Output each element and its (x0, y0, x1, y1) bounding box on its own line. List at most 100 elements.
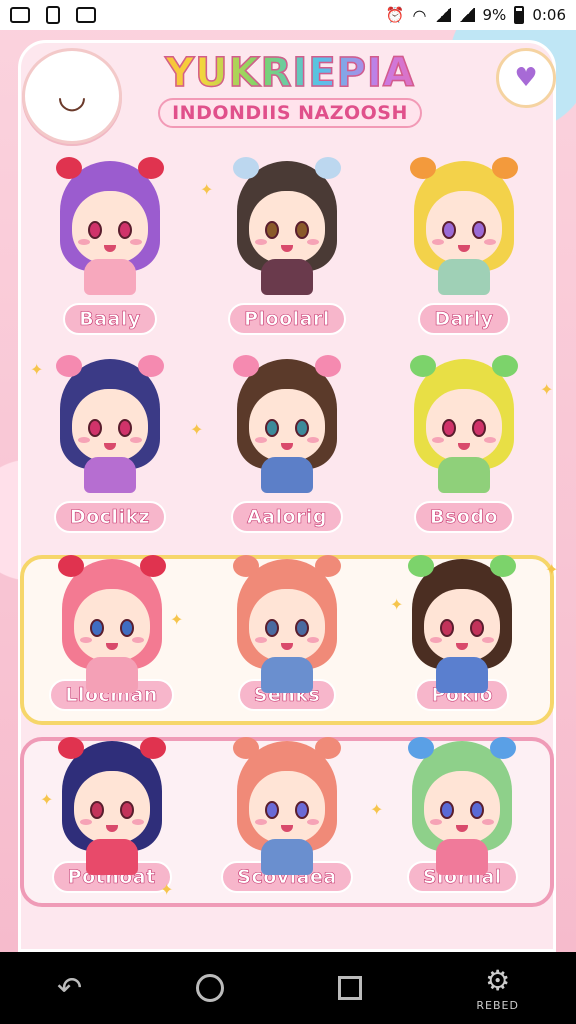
eye-icon (295, 221, 309, 239)
eye-icon (264, 801, 279, 819)
character-avatar (402, 555, 522, 693)
character-face (72, 389, 148, 461)
blush (482, 819, 495, 825)
mouth (456, 825, 469, 832)
chat-bubble-button[interactable]: ◡ (22, 48, 122, 144)
character-grid: Baaly Ploolarl Darly Doclikz Aalorig Bsodo Llo… (20, 155, 554, 907)
eye-icon (470, 801, 485, 819)
eye-icon (265, 419, 279, 437)
mouth (458, 245, 470, 252)
sparkle-icon: ✦ (390, 595, 404, 614)
character-body (438, 259, 490, 295)
hair-bow-icon (138, 157, 164, 179)
character-name: Aalorig (230, 501, 344, 533)
blush (130, 437, 142, 443)
blush (255, 437, 267, 443)
hair-bow-icon (492, 157, 518, 179)
character-face (249, 389, 325, 461)
back-button[interactable]: ↶ (57, 971, 82, 1006)
character-name: Bsodo (414, 501, 514, 533)
mouth (456, 643, 469, 650)
character-card[interactable]: Bsodo (376, 353, 552, 543)
gallery-icon (10, 7, 30, 23)
navigation-bar: ↶ ⚙ REBED (0, 952, 576, 1024)
character-avatar (402, 737, 522, 875)
sparkle-icon: ✦ (370, 800, 384, 819)
character-avatar (50, 355, 170, 499)
character-face (426, 389, 502, 461)
character-card[interactable]: Aalorig (199, 353, 375, 543)
eye-icon (265, 221, 279, 239)
character-body (85, 839, 138, 875)
blush (78, 437, 90, 443)
blush (131, 637, 144, 643)
hair-bow-icon (315, 355, 341, 377)
settings-button[interactable]: ⚙ REBED (476, 964, 519, 1012)
character-face (426, 191, 502, 263)
mouth (104, 443, 116, 450)
character-name: Doclikz (53, 501, 167, 533)
character-card[interactable]: Potnoat (24, 737, 199, 903)
blush (78, 239, 90, 245)
hair-bow-icon (490, 555, 517, 577)
character-card[interactable]: Baaly (22, 155, 198, 345)
eye-icon (118, 221, 132, 239)
game-subtitle: INDONDIIS NAZOOSH (158, 98, 422, 128)
settings-label: REBED (476, 999, 519, 1012)
character-avatar (227, 157, 347, 301)
eye-icon (118, 419, 132, 437)
mouth (280, 643, 293, 650)
eye-icon (440, 619, 455, 637)
blush (255, 239, 267, 245)
sparkle-icon: ✦ (545, 560, 559, 579)
character-card[interactable]: Siorlial (375, 737, 550, 903)
phone-icon (46, 6, 60, 24)
character-face (424, 771, 501, 843)
character-card[interactable]: Ploolarl (199, 155, 375, 345)
wifi-icon: ◠ (412, 5, 427, 25)
character-body (260, 839, 313, 875)
character-avatar (52, 555, 172, 693)
clock: 0:06 (532, 6, 566, 24)
character-body (261, 259, 313, 295)
character-card[interactable]: Scovlaea (199, 737, 374, 903)
eye-icon (295, 419, 309, 437)
character-card[interactable]: Senks (199, 555, 374, 721)
home-button[interactable] (196, 974, 225, 1002)
hair-bow-icon (139, 737, 166, 759)
mouth (105, 643, 118, 650)
character-card[interactable]: Darly (376, 155, 552, 345)
hair-bow-icon (233, 157, 259, 179)
blush (130, 239, 142, 245)
character-card[interactable]: Poklo (375, 555, 550, 721)
character-row: Potnoat Scovlaea Siorlial (20, 737, 554, 907)
blush (432, 239, 444, 245)
character-name: Darly (418, 303, 510, 335)
character-body (438, 457, 490, 493)
hair-bow-icon (490, 737, 517, 759)
favorites-button[interactable]: ♥ (496, 48, 556, 108)
character-avatar (227, 737, 347, 875)
character-avatar (50, 157, 170, 301)
blush (306, 819, 319, 825)
character-name: Baaly (63, 303, 157, 335)
blush (430, 637, 443, 643)
game-logo: YUKRIEPIA INDONDIIS NAZOOSH (140, 49, 440, 128)
eye-icon (472, 419, 486, 437)
blush (484, 437, 496, 443)
character-card[interactable]: Llocman (24, 555, 199, 721)
blush (306, 637, 319, 643)
alarm-icon: ⏰ (385, 6, 405, 24)
eye-icon (472, 221, 486, 239)
character-avatar (404, 157, 524, 301)
character-face (73, 771, 150, 843)
character-body (84, 457, 136, 493)
blush (254, 819, 267, 825)
mouth (105, 825, 118, 832)
character-avatar (227, 355, 347, 499)
sparkle-icon: ✦ (190, 420, 204, 439)
character-body (436, 839, 489, 875)
hair-bow-icon (138, 355, 164, 377)
character-card[interactable]: Doclikz (22, 353, 198, 543)
recents-button[interactable] (338, 976, 363, 1000)
